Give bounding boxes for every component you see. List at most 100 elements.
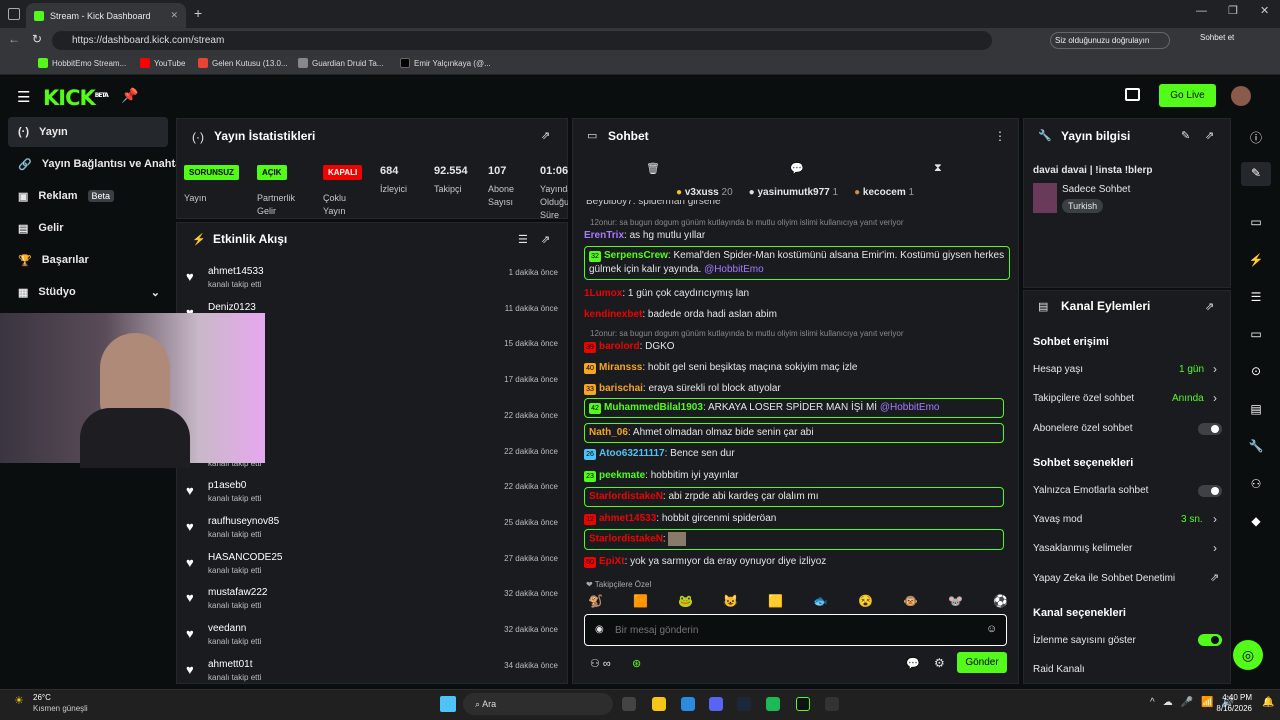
steam-icon[interactable] xyxy=(737,697,751,711)
bookmark-3[interactable]: Guardian Druid Ta... xyxy=(298,58,383,68)
theater-icon[interactable] xyxy=(1125,88,1140,101)
follower-name[interactable]: raufhuseynov85 xyxy=(208,516,279,527)
chat-username[interactable]: StarlordistakeN xyxy=(589,491,663,502)
chat-message[interactable]: 39 barolord: DGKO xyxy=(584,340,1004,354)
chat-icon[interactable]: ▭ xyxy=(1248,327,1264,341)
chat-message[interactable]: 1Lumox: 1 gün çok caydırıcıymış lan xyxy=(584,287,1004,301)
chevron-right-icon[interactable]: › xyxy=(1213,362,1217,376)
popout-icon[interactable]: ⇗ xyxy=(1205,300,1214,313)
chat-message[interactable]: 32 SerpensCrew: Kemal'den Spider-Man kost… xyxy=(584,246,1010,280)
follower-name[interactable]: p1aseb0 xyxy=(208,480,246,491)
chat-message[interactable]: StarlordistakeN: xyxy=(584,529,1004,550)
follower-name[interactable]: ahmett01t xyxy=(208,659,252,670)
chat-message[interactable]: 42 MuhammedBilal1903: ARKAYA LOSER SPİDER… xyxy=(584,398,1004,418)
show-viewers-toggle[interactable] xyxy=(1198,634,1222,646)
trash-icon[interactable]: 🗑 xyxy=(646,162,660,175)
raid-label[interactable]: Raid Kanalı xyxy=(1033,664,1085,675)
sidebar-item-basarilar[interactable]: 🏆 Başarılar xyxy=(8,245,168,275)
users-icon[interactable]: ⚇ xyxy=(1248,477,1264,491)
tab-actions-icon[interactable] xyxy=(8,8,20,20)
follower-name[interactable]: ahmet14533 xyxy=(208,266,264,277)
sidebar-item-stream-key[interactable]: 🔗 Yayın Bağlantısı ve Anahtar xyxy=(8,149,178,179)
chat-username[interactable]: barischai xyxy=(599,383,643,394)
chat-message[interactable]: Nath_06: Ahmet olmadan olmaz bide senin … xyxy=(584,423,1004,443)
more-options-icon[interactable]: ⋮ xyxy=(994,129,1006,143)
maximize-icon[interactable]: ❐ xyxy=(1228,4,1238,17)
close-window-icon[interactable]: ✕ xyxy=(1260,4,1269,17)
browser-tab[interactable]: Stream - Kick Dashboard ✕ xyxy=(26,3,186,28)
kick-logo[interactable]: KICKBETA xyxy=(43,86,109,110)
chat-username[interactable]: SerpensCrew xyxy=(604,250,668,261)
chat-username[interactable]: ahmet14533 xyxy=(599,513,656,524)
emote-icon[interactable]: 🟧 xyxy=(633,594,648,610)
chat-message[interactable]: StarlordistakeN: abi zrpde abi kardeş ça… xyxy=(584,487,1004,507)
emote-icon[interactable]: 🐒 xyxy=(588,594,603,610)
go-live-button[interactable]: Go Live xyxy=(1159,84,1216,107)
emote-icon[interactable]: 🟨 xyxy=(768,594,783,610)
back-icon[interactable]: ← xyxy=(8,32,20,46)
sidebar-item-studyo[interactable]: ▦ Stüdyo ⌄ xyxy=(8,277,168,307)
banned-words-label[interactable]: Yasaklanmış kelimeler xyxy=(1033,543,1132,554)
chat-username[interactable]: Miransss xyxy=(599,362,642,373)
chat-username[interactable]: ErenTrix xyxy=(584,230,624,241)
account-age-value[interactable]: 1 gün xyxy=(1179,364,1204,375)
chat-message[interactable]: ErenTrix: as hg mutlu yıllar xyxy=(584,229,1004,243)
follower-name[interactable]: veedann xyxy=(208,623,246,634)
help-chat-icon[interactable]: ◎ xyxy=(1233,640,1263,670)
send-button[interactable]: Gönder xyxy=(957,652,1007,673)
subs-chat-toggle[interactable] xyxy=(1198,423,1222,435)
popout-icon[interactable]: ⇗ xyxy=(541,233,550,246)
edge-icon[interactable] xyxy=(681,697,695,711)
pin-icon[interactable]: 📌 xyxy=(121,87,138,104)
sidebar-item-reklam[interactable]: ▣ Reklam Beta xyxy=(8,181,168,211)
bookmark-4[interactable]: Emir Yalçınkaya (@... xyxy=(400,58,491,68)
reload-icon[interactable]: ↻ xyxy=(32,32,42,46)
avatar[interactable] xyxy=(1231,86,1251,106)
emote-icon[interactable]: 😺 xyxy=(723,594,738,610)
discord-icon[interactable] xyxy=(709,697,723,711)
task-view-icon[interactable] xyxy=(622,697,636,711)
chat-message[interactable]: 26 Atoo63211117: Bence sen dur xyxy=(584,447,1004,461)
emote-icon[interactable]: 🐸 xyxy=(678,594,693,610)
emote-only-toggle[interactable] xyxy=(1198,485,1222,497)
copilot-button[interactable]: Sohbet et xyxy=(1200,33,1260,42)
chat-username[interactable]: barolord xyxy=(599,341,640,352)
lightning-icon[interactable]: ⚡ xyxy=(1248,253,1264,267)
gifter-2[interactable]: ● kecocem 1 xyxy=(854,187,914,198)
new-tab-icon[interactable]: + xyxy=(194,5,202,21)
weather-temp[interactable]: 26°C xyxy=(33,693,51,702)
hourglass-icon[interactable]: ⧗ xyxy=(934,162,942,175)
emote-icon[interactable]: 🐵 xyxy=(903,594,918,610)
follower-name[interactable]: Deniz0123 xyxy=(208,302,256,313)
external-link-icon[interactable]: ⇗ xyxy=(1210,571,1219,584)
chevron-right-icon[interactable]: › xyxy=(1213,541,1217,555)
gear-icon[interactable]: ⚙ xyxy=(934,656,945,670)
emote-icon[interactable]: 🐭 xyxy=(948,594,963,610)
chat-username[interactable]: Atoo63211117 xyxy=(599,448,665,459)
kick-coin-icon[interactable]: ⊛ xyxy=(632,657,641,670)
info-icon[interactable]: ⓘ xyxy=(1248,129,1264,146)
popout-icon[interactable]: ⇗ xyxy=(1205,129,1214,142)
chevron-right-icon[interactable]: › xyxy=(1213,391,1217,405)
broadcast-icon[interactable]: ⊙ xyxy=(1248,364,1264,378)
sidebar-item-gelir[interactable]: ▤ Gelir xyxy=(8,213,168,243)
chat-mention[interactable]: @HobbitEmo xyxy=(704,264,764,275)
chat-input[interactable] xyxy=(615,622,975,638)
follower-name[interactable]: mustafaw222 xyxy=(208,587,267,598)
file-explorer-icon[interactable] xyxy=(652,697,666,711)
kick-studio-icon[interactable] xyxy=(796,697,810,711)
emoji-icon[interactable]: ☺ xyxy=(986,623,997,635)
sidebar-item-yayin[interactable]: (·) Yayın xyxy=(8,117,168,147)
edit-icon[interactable]: ✎ xyxy=(1181,129,1190,142)
chevron-right-icon[interactable]: › xyxy=(1213,512,1217,526)
category-name[interactable]: Sadece Sohbet xyxy=(1062,184,1130,195)
obs-icon[interactable] xyxy=(825,697,839,711)
bookmark-1[interactable]: YouTube xyxy=(140,58,185,68)
chat-username[interactable]: MuhammedBilal1903 xyxy=(604,402,703,413)
chat-message[interactable]: 23 peekmate: hobbitim iyi yayınlar xyxy=(584,469,1004,483)
theater-icon[interactable]: ▭ xyxy=(1248,215,1264,229)
chat-message[interactable]: kendinexbet: badede orda hadi aslan abim xyxy=(584,308,1004,322)
pencil-icon[interactable]: ✎ xyxy=(1248,166,1264,180)
popout-icon[interactable]: ⇗ xyxy=(541,129,550,142)
filter-icon[interactable]: ☰ xyxy=(518,233,528,246)
